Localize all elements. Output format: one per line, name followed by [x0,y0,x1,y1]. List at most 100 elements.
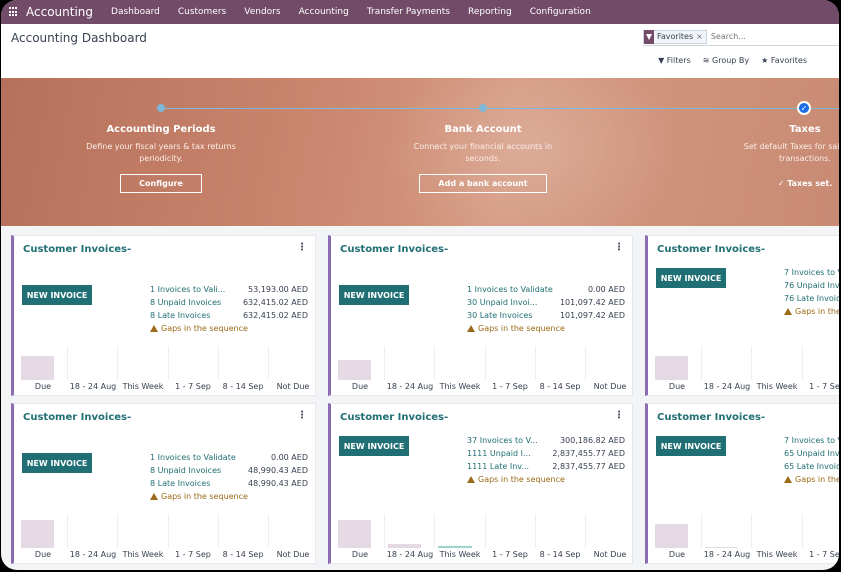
unpaid-invoices-link[interactable]: 8 Unpaid Invoices [150,466,221,479]
gaps-warning[interactable]: Gaps in the sequence [467,475,625,484]
unpaid-invoices-link[interactable]: 76 Unpaid Invo [784,281,839,294]
step-dot-bank-account [479,104,487,112]
late-invoices-link[interactable]: 8 Late Invoices [150,311,210,324]
journal-card: Customer Invoices- NEW INVOICE 7 Invoice… [645,235,839,396]
graph-axis: Due18 - 24 AugThis Week1 - 7 Sep8 - 14 S… [351,382,627,391]
search-facet: Favorites × [643,29,707,44]
warning-icon [467,476,475,483]
search-toolbar: ▼ Filters ≋ Group By ★ Favorites [658,56,807,65]
control-panel: Accounting Dashboard Favorites × ▼ Filte… [1,24,839,78]
graph-bar [438,546,472,548]
journal-card: Customer Invoices- NEW INVOICE 7 Invoice… [645,403,839,564]
menu-vendors[interactable]: Vendors [244,7,280,17]
gaps-warning[interactable]: Gaps in the sequence [150,492,308,501]
invoice-graph[interactable] [652,514,839,548]
facet-remove-icon[interactable]: × [696,32,706,41]
card-title[interactable]: Customer Invoices- [340,244,448,255]
step-bank-account: Bank Account Connect your financial acco… [378,124,588,193]
card-title[interactable]: Customer Invoices- [340,412,448,423]
late-invoices-link[interactable]: 8 Late Invoices [150,479,210,492]
step-taxes: Taxes Set default Taxes for sales and tr… [700,124,839,188]
late-invoices-link[interactable]: 76 Late Invoice [784,294,839,307]
kebab-menu-icon[interactable]: ⋮ [614,242,624,253]
late-invoices-link[interactable]: 1111 Late Inv... [467,462,529,475]
menu-transfer-payments[interactable]: Transfer Payments [367,7,450,17]
main-menu: Dashboard Customers Vendors Accounting T… [111,7,591,17]
invoices-to-validate-link[interactable]: 37 Invoices to V... [467,436,538,449]
gaps-warning[interactable]: Gaps in the [784,475,839,484]
taxes-set-status: ✓ Taxes set. [777,179,833,188]
card-stats: 1 Invoices to Validate 0.00 AED 30 Unpaid… [467,285,625,333]
kebab-menu-icon[interactable]: ⋮ [614,410,624,421]
add-bank-account-button[interactable]: Add a bank account [419,174,547,193]
progress-line [161,108,839,109]
card-title[interactable]: Customer Invoices- [657,244,765,255]
card-title[interactable]: Customer Invoices- [23,412,131,423]
new-invoice-button[interactable]: NEW INVOICE [22,285,92,305]
new-invoice-button[interactable]: NEW INVOICE [339,285,409,305]
warning-icon [467,325,475,332]
card-stats: 37 Invoices to V... 300,186.82 AED 1111 U… [467,436,625,484]
new-invoice-button[interactable]: NEW INVOICE [656,268,726,288]
new-invoice-button[interactable]: NEW INVOICE [656,436,726,456]
invoices-to-validate-link[interactable]: 1 Invoices to Vali... [150,285,225,298]
kebab-menu-icon[interactable]: ⋮ [297,242,307,253]
invoices-to-validate-link[interactable]: 1 Invoices to Validate [150,453,236,466]
group-by-button[interactable]: ≋ Group By [703,56,749,65]
app-name[interactable]: Accounting [26,5,93,19]
menu-customers[interactable]: Customers [178,7,226,17]
app-grid-icon[interactable] [9,7,19,17]
check-icon: ✓ [777,179,785,188]
invoices-to-validate-link[interactable]: 7 Invoices to Va [784,268,839,281]
warning-icon [784,308,792,315]
new-invoice-button[interactable]: NEW INVOICE [339,436,409,456]
card-stats: 7 Invoices to Va 76 Unpaid Invo 76 Late … [784,268,839,316]
graph-bar [338,360,372,380]
invoice-graph[interactable] [652,346,839,380]
gaps-warning[interactable]: Gaps in the sequence [150,324,308,333]
warning-icon [150,325,158,332]
graph-bar [21,520,55,548]
kebab-menu-icon[interactable]: ⋮ [297,410,307,421]
unpaid-invoices-link[interactable]: 65 Unpaid Invo [784,449,839,462]
graph-bar [655,356,689,380]
favorites-button[interactable]: ★ Favorites [761,56,807,65]
warning-icon [150,493,158,500]
graph-bar [338,520,372,548]
invoice-graph[interactable] [18,514,318,548]
late-invoices-link[interactable]: 65 Late Invoice [784,462,839,475]
invoice-graph[interactable] [335,514,635,548]
invoices-to-validate-link[interactable]: 7 Invoices to Va [784,436,839,449]
graph-bar [388,544,422,548]
configure-button[interactable]: Configure [120,174,202,193]
late-invoices-link[interactable]: 30 Late Invoices [467,311,532,324]
search-input[interactable] [710,32,831,41]
menu-configuration[interactable]: Configuration [530,7,591,17]
unpaid-invoices-link[interactable]: 30 Unpaid Invoi... [467,298,537,311]
graph-bar [655,524,689,548]
invoices-to-validate-link[interactable]: 1 Invoices to Validate [467,285,553,298]
new-invoice-button[interactable]: NEW INVOICE [22,453,92,473]
journal-card: Customer Invoices- ⋮ NEW INVOICE 1 Invoi… [11,403,316,564]
invoice-graph[interactable] [18,346,318,380]
graph-axis: Due18 - 24 AugThis Week1 - 7 Sep8 - 14 S… [34,382,310,391]
layers-icon: ≋ [702,56,710,65]
gaps-warning[interactable]: Gaps in the [784,307,839,316]
unpaid-invoices-link[interactable]: 1111 Unpaid I... [467,449,531,462]
menu-dashboard[interactable]: Dashboard [111,7,160,17]
graph-axis: Due18 - 24 AugThis Week1 - 7 Sep8 - 14 S… [34,550,310,559]
app-window: Accounting Dashboard Customers Vendors A… [1,0,839,570]
graph-bar [21,356,55,380]
filters-button[interactable]: ▼ Filters [658,56,691,65]
card-stats: 1 Invoices to Validate 0.00 AED 8 Unpaid … [150,453,308,501]
gaps-warning[interactable]: Gaps in the sequence [467,324,625,333]
star-icon: ★ [761,56,769,65]
funnel-icon: ▼ [658,56,665,65]
menu-reporting[interactable]: Reporting [468,7,512,17]
menu-accounting[interactable]: Accounting [299,7,349,17]
card-title[interactable]: Customer Invoices- [657,412,765,423]
top-navbar: Accounting Dashboard Customers Vendors A… [1,0,839,24]
invoice-graph[interactable] [335,346,635,380]
card-title[interactable]: Customer Invoices- [23,244,131,255]
unpaid-invoices-link[interactable]: 8 Unpaid Invoices [150,298,221,311]
